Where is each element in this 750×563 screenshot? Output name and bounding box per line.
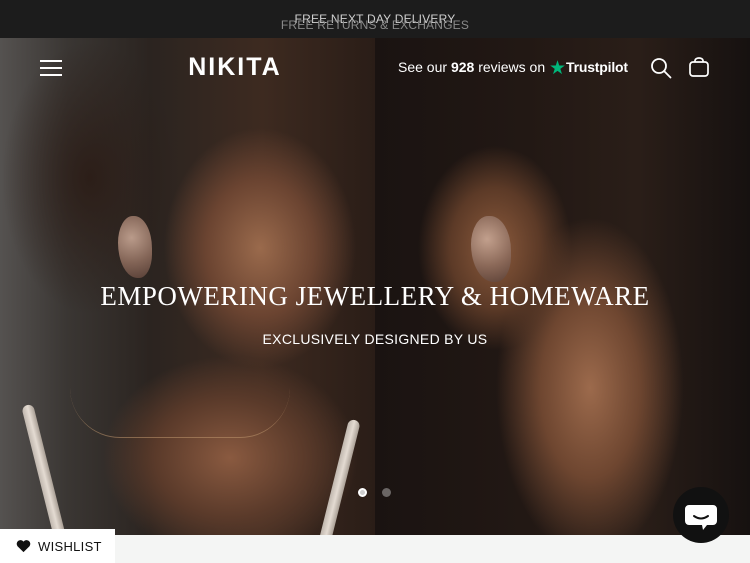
chat-icon xyxy=(685,505,717,530)
trustpilot-star-icon: ★ xyxy=(549,58,567,79)
slide-dot-2[interactable] xyxy=(382,488,391,497)
announcement-message: FREE RETURNS & EXCHANGES xyxy=(280,18,470,32)
trustpilot-widget[interactable]: See our 928 reviews on ★Trustpilot xyxy=(398,58,628,78)
earring-image xyxy=(471,216,511,282)
slide-dot-1[interactable] xyxy=(358,488,367,497)
chat-button[interactable] xyxy=(673,487,729,543)
dress-strap xyxy=(21,403,67,535)
necklace-image xyxy=(70,388,290,438)
earring-image xyxy=(118,216,152,278)
site-header: NIKITA See our 928 reviews on ★Trustpilo… xyxy=(0,38,750,98)
hero-subtitle: EXCLUSIVELY DESIGNED BY US xyxy=(262,331,488,347)
search-icon[interactable] xyxy=(650,57,672,79)
hero-title: EMPOWERING JEWELLERY & HOMEWARE xyxy=(100,281,650,311)
trustpilot-prefix: See our xyxy=(398,59,448,75)
menu-icon[interactable] xyxy=(40,60,62,76)
trustpilot-suffix: reviews on xyxy=(478,59,546,75)
review-count: 928 xyxy=(450,59,475,75)
announcement-bar: FREE NEXT DAY DELIVERY FREE RETURNS & EX… xyxy=(0,0,750,38)
site-logo[interactable]: NIKITA xyxy=(180,52,290,82)
trustpilot-brand: Trustpilot xyxy=(566,59,628,75)
dress-strap xyxy=(315,418,361,535)
bag-icon[interactable] xyxy=(688,56,710,78)
heart-icon xyxy=(16,540,31,553)
wishlist-button[interactable]: WISHLIST xyxy=(0,529,115,563)
wishlist-label: WISHLIST xyxy=(38,538,102,554)
